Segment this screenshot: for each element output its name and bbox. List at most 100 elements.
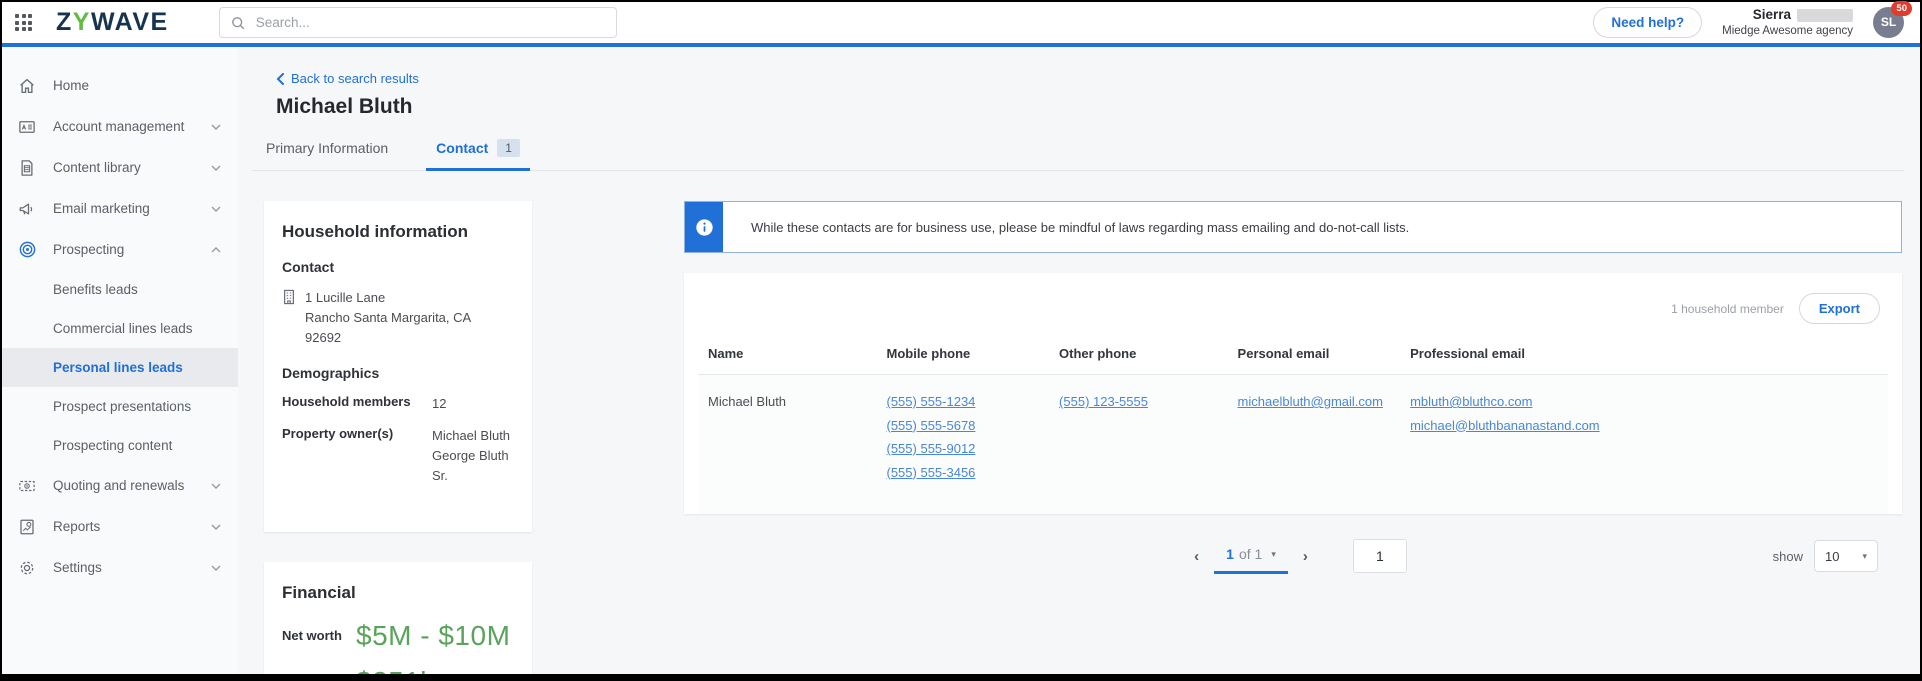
sidebar-item-label: Quoting and renewals bbox=[53, 478, 185, 493]
page-size-select[interactable]: 10 ▾ bbox=[1814, 540, 1878, 572]
table-header-row: Name Mobile phone Other phone Personal e… bbox=[698, 334, 1888, 375]
column-header-other-phone: Other phone bbox=[1049, 334, 1228, 375]
financial-card: Financial Net worth $5M - $10M Income $2… bbox=[264, 561, 532, 674]
sidebar-item-personal-lines-leads[interactable]: Personal lines leads bbox=[2, 348, 238, 387]
sidebar-item-home[interactable]: Home bbox=[2, 65, 238, 106]
cell-other-phones: (555) 123-5555 bbox=[1049, 375, 1228, 515]
user-name: Sierra bbox=[1752, 7, 1791, 23]
tab-label: Contact bbox=[436, 140, 489, 156]
column-header-name: Name bbox=[698, 334, 877, 375]
other-phone-link[interactable]: (555) 123-5555 bbox=[1059, 392, 1148, 412]
right-column: While these contacts are for business us… bbox=[684, 201, 1902, 576]
income-row: Income $251k - $500k bbox=[282, 666, 514, 674]
cell-personal-emails: michaelbluth@gmail.com bbox=[1228, 375, 1401, 515]
back-to-search-results-link[interactable]: Back to search results bbox=[276, 71, 419, 86]
topbar-right: Need help? Sierra Miedge Awesome agency … bbox=[1593, 0, 1912, 38]
chevron-down-icon bbox=[211, 523, 221, 530]
page-number-box[interactable]: 1 bbox=[1352, 539, 1407, 573]
email-marketing-megaphone-icon bbox=[17, 199, 37, 219]
chevron-down-icon bbox=[211, 564, 221, 571]
sidebar-item-label: Email marketing bbox=[53, 201, 150, 216]
search-icon bbox=[230, 15, 246, 31]
household-members-table-card: 1 household member Export Name Mobile ph… bbox=[684, 273, 1902, 514]
info-icon bbox=[685, 202, 723, 252]
contacts-table: Name Mobile phone Other phone Personal e… bbox=[698, 334, 1888, 514]
professional-email-link[interactable]: mbluth@bluthco.com bbox=[1410, 392, 1532, 412]
address-block: 1 Lucille Lane Rancho Santa Margarita, C… bbox=[282, 288, 514, 348]
business-use-notice-banner: While these contacts are for business us… bbox=[684, 201, 1902, 253]
demographics-heading: Demographics bbox=[282, 365, 380, 382]
tab-contact[interactable]: Contact 1 bbox=[426, 139, 530, 171]
export-button[interactable]: Export bbox=[1798, 293, 1880, 324]
table-toolbar: 1 household member Export bbox=[698, 285, 1888, 330]
address-line: 92692 bbox=[305, 330, 342, 346]
column-header-mobile-phone: Mobile phone bbox=[876, 334, 1050, 375]
tab-bar: Primary Information Contact 1 bbox=[252, 139, 1904, 171]
user-agency: Miedge Awesome agency bbox=[1722, 24, 1853, 37]
chevron-down-icon bbox=[211, 164, 221, 171]
user-name-redacted bbox=[1797, 8, 1853, 22]
column-header-professional-email: Professional email bbox=[1400, 334, 1888, 375]
app-launcher-grid-icon[interactable] bbox=[15, 14, 32, 31]
column-header-personal-email: Personal email bbox=[1227, 334, 1401, 375]
mobile-phone-link[interactable]: (555) 555-5678 bbox=[887, 416, 976, 436]
next-page-chevron-icon[interactable]: › bbox=[1288, 548, 1323, 565]
household-card-title: Household information bbox=[282, 222, 469, 241]
address-line: Rancho Santa Margarita, CA bbox=[305, 310, 472, 326]
sidebar-item-settings[interactable]: Settings bbox=[2, 547, 238, 588]
page-size-control: show 10 ▾ bbox=[1773, 540, 1878, 572]
need-help-button[interactable]: Need help? bbox=[1593, 6, 1703, 38]
tab-primary-information[interactable]: Primary Information bbox=[266, 140, 388, 170]
main-content: Back to search results Michael Bluth Pri… bbox=[238, 47, 1920, 674]
sidebar-item-label: Reports bbox=[53, 519, 101, 534]
page-indicator-dropdown[interactable]: 1 of 1 ▾ bbox=[1214, 538, 1288, 574]
household-members-label: Household members bbox=[282, 394, 411, 410]
page-size-value: 10 bbox=[1825, 548, 1840, 564]
dropdown-caret-icon: ▾ bbox=[1271, 548, 1276, 559]
back-chevron-icon bbox=[276, 72, 284, 85]
cell-mobile-phones: (555) 555-1234 (555) 555-5678 (555) 555-… bbox=[877, 375, 1050, 515]
sidebar-item-commercial-lines-leads[interactable]: Commercial lines leads bbox=[2, 309, 238, 348]
mobile-phone-link[interactable]: (555) 555-3456 bbox=[887, 463, 976, 483]
sidebar-nav: Home Account management Content library bbox=[2, 47, 238, 674]
sidebar-item-content-library[interactable]: Content library bbox=[2, 147, 238, 188]
sidebar-item-prospecting-content[interactable]: Prospecting content bbox=[2, 426, 238, 465]
app-window: ZYWAVE Need help? Sierra Miedge Awesome … bbox=[0, 0, 1922, 681]
tab-label: Primary Information bbox=[266, 140, 389, 156]
sidebar-subitem-label: Prospecting content bbox=[53, 438, 173, 453]
previous-page-chevron-icon[interactable]: ‹ bbox=[1179, 548, 1214, 565]
personal-email-link[interactable]: michaelbluth@gmail.com bbox=[1238, 392, 1383, 412]
sidebar-subitem-label: Commercial lines leads bbox=[53, 321, 193, 336]
chevron-down-icon bbox=[211, 205, 221, 212]
sidebar-item-email-marketing[interactable]: Email marketing bbox=[2, 188, 238, 229]
property-owner: George Bluth Sr. bbox=[432, 447, 509, 483]
household-members-value: 12 bbox=[432, 396, 447, 412]
back-link-label: Back to search results bbox=[291, 71, 419, 86]
account-management-icon bbox=[17, 117, 37, 137]
sidebar-item-label: Account management bbox=[53, 119, 185, 134]
mobile-phone-link[interactable]: (555) 555-1234 bbox=[887, 392, 976, 412]
professional-email-link[interactable]: michael@bluthbananastand.com bbox=[1410, 416, 1600, 436]
chevron-down-icon bbox=[211, 482, 221, 489]
zywave-logo[interactable]: Z Y WAVE bbox=[56, 8, 169, 37]
sidebar-subitem-label: Prospect presentations bbox=[53, 399, 192, 414]
current-page: 1 bbox=[1226, 546, 1234, 562]
household-members-row: Household members 12 bbox=[282, 394, 514, 414]
sidebar-item-label: Prospecting bbox=[53, 242, 125, 257]
net-worth-value: $5M - $10M bbox=[356, 619, 511, 651]
financial-card-title: Financial bbox=[282, 582, 356, 602]
sidebar-item-prospect-presentations[interactable]: Prospect presentations bbox=[2, 387, 238, 426]
sidebar-item-label: Settings bbox=[53, 560, 102, 575]
top-header: ZYWAVE Need help? Sierra Miedge Awesome … bbox=[2, 0, 1920, 43]
cell-professional-emails: mbluth@bluthco.com michael@bluthbananast… bbox=[1400, 375, 1888, 515]
sidebar-item-account-management[interactable]: Account management bbox=[2, 106, 238, 147]
sidebar-item-reports[interactable]: Reports bbox=[2, 506, 238, 547]
sidebar-item-benefits-leads[interactable]: Benefits leads bbox=[2, 270, 238, 309]
household-information-card: Household information Contact 1 Lucille … bbox=[264, 201, 532, 532]
mobile-phone-link[interactable]: (555) 555-9012 bbox=[887, 439, 976, 459]
settings-gear-icon bbox=[17, 558, 37, 578]
chevron-up-icon bbox=[211, 246, 221, 253]
search-input[interactable] bbox=[253, 14, 606, 31]
sidebar-item-prospecting[interactable]: Prospecting bbox=[2, 229, 238, 270]
sidebar-item-quoting-and-renewals[interactable]: Quoting and renewals bbox=[2, 465, 238, 506]
